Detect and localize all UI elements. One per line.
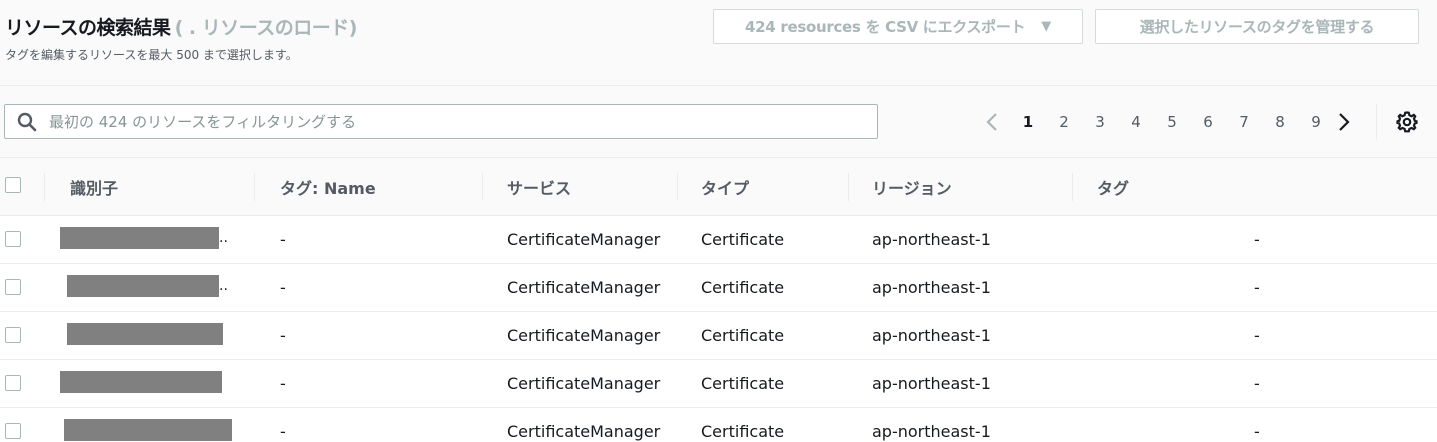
cell-tags: - — [1254, 374, 1260, 393]
table-header: 識別子 タグ: Name サービス タイプ リージョン タグ — [0, 158, 1437, 216]
row-checkbox[interactable] — [5, 327, 21, 343]
column-divider — [44, 173, 45, 201]
cell-service: CertificateManager — [507, 422, 661, 441]
page-subtitle: タグを編集するリソースを最大 500 まで選択します。 — [5, 48, 298, 62]
cell-tag-name: - — [280, 230, 286, 249]
table-row[interactable]: - CertificateManager Certificate ap-nort… — [0, 408, 1437, 442]
toolbar-divider — [1376, 104, 1377, 140]
search-icon — [17, 112, 37, 131]
column-header-service[interactable]: サービス — [507, 175, 571, 199]
cell-service: CertificateManager — [507, 374, 661, 393]
column-header-region[interactable]: リージョン — [872, 175, 952, 199]
column-header-tag-name[interactable]: タグ: Name — [280, 175, 376, 199]
cell-type: Certificate — [701, 326, 785, 345]
row-checkbox[interactable] — [5, 375, 21, 391]
select-all-checkbox[interactable] — [5, 177, 21, 193]
page-9[interactable]: 9 — [1298, 113, 1334, 131]
page-title: リソースの検索結果( . リソースのロード) — [5, 13, 357, 40]
cell-tags: - — [1254, 230, 1260, 249]
column-divider — [848, 173, 849, 201]
cell-region: ap-northeast-1 — [872, 422, 991, 441]
page-1[interactable]: 1 — [1010, 113, 1046, 131]
page-7[interactable]: 7 — [1226, 113, 1262, 131]
page-5[interactable]: 5 — [1154, 113, 1190, 131]
redacted-identifier — [60, 227, 219, 249]
page-header: リソースの検索結果( . リソースのロード) タグを編集するリソースを最大 50… — [0, 0, 1437, 86]
cell-service: CertificateManager — [507, 326, 661, 345]
export-csv-button[interactable]: 424 resources を CSV にエクスポート ▼ — [713, 9, 1083, 44]
page-6[interactable]: 6 — [1190, 113, 1226, 131]
chevron-right-icon[interactable] — [1334, 110, 1354, 134]
cell-service: CertificateManager — [507, 230, 661, 249]
page-2[interactable]: 2 — [1046, 113, 1082, 131]
search-box[interactable] — [4, 104, 878, 139]
cell-type: Certificate — [701, 278, 785, 297]
pagination: 1 2 3 4 5 6 7 8 9 — [982, 110, 1354, 134]
column-header-tags[interactable]: タグ — [1097, 175, 1129, 199]
table-row[interactable]: .. - CertificateManager Certificate ap-n… — [0, 264, 1437, 312]
cell-region: ap-northeast-1 — [872, 230, 991, 249]
table-row[interactable]: - CertificateManager Certificate ap-nort… — [0, 360, 1437, 408]
manage-tags-button[interactable]: 選択したリソースのタグを管理する — [1095, 9, 1419, 44]
redacted-identifier — [67, 275, 219, 297]
cell-tag-name: - — [280, 278, 286, 297]
cell-type: Certificate — [701, 374, 785, 393]
cell-region: ap-northeast-1 — [872, 278, 991, 297]
table-toolbar: 1 2 3 4 5 6 7 8 9 — [0, 86, 1437, 158]
identifier-ellipsis: .. — [219, 278, 228, 294]
identifier-ellipsis: .. — [219, 230, 228, 246]
column-divider — [482, 173, 483, 201]
column-divider — [677, 173, 678, 201]
cell-type: Certificate — [701, 230, 785, 249]
cell-region: ap-northeast-1 — [872, 374, 991, 393]
column-divider — [1072, 173, 1073, 201]
chevron-left-icon[interactable] — [982, 110, 1002, 134]
cell-tags: - — [1254, 422, 1260, 441]
row-checkbox[interactable] — [5, 279, 21, 295]
redacted-identifier — [60, 371, 222, 393]
page-8[interactable]: 8 — [1262, 113, 1298, 131]
resources-table: 識別子 タグ: Name サービス タイプ リージョン タグ .. - Cert… — [0, 158, 1437, 442]
cell-type: Certificate — [701, 422, 785, 441]
page-4[interactable]: 4 — [1118, 113, 1154, 131]
cell-tag-name: - — [280, 422, 286, 441]
cell-region: ap-northeast-1 — [872, 326, 991, 345]
cell-tags: - — [1254, 326, 1260, 345]
page-3[interactable]: 3 — [1082, 113, 1118, 131]
column-divider — [254, 173, 255, 201]
cell-service: CertificateManager — [507, 278, 661, 297]
search-input[interactable] — [47, 111, 847, 132]
redacted-identifier — [67, 323, 223, 345]
resource-count: ( . リソースのロード) — [174, 17, 358, 39]
row-checkbox[interactable] — [5, 423, 21, 439]
title-text: リソースの検索結果 — [5, 17, 171, 39]
export-csv-label: 424 resources を CSV にエクスポート — [745, 18, 1026, 36]
cell-tag-name: - — [280, 374, 286, 393]
cell-tag-name: - — [280, 326, 286, 345]
table-row[interactable]: - CertificateManager Certificate ap-nort… — [0, 312, 1437, 360]
row-checkbox[interactable] — [5, 231, 21, 247]
column-header-type[interactable]: タイプ — [701, 175, 749, 199]
column-header-identifier[interactable]: 識別子 — [70, 175, 118, 199]
redacted-identifier — [64, 419, 232, 441]
gear-icon[interactable] — [1395, 110, 1419, 134]
cell-tags: - — [1254, 278, 1260, 297]
table-row[interactable]: .. - CertificateManager Certificate ap-n… — [0, 216, 1437, 264]
caret-down-icon: ▼ — [1041, 19, 1051, 34]
